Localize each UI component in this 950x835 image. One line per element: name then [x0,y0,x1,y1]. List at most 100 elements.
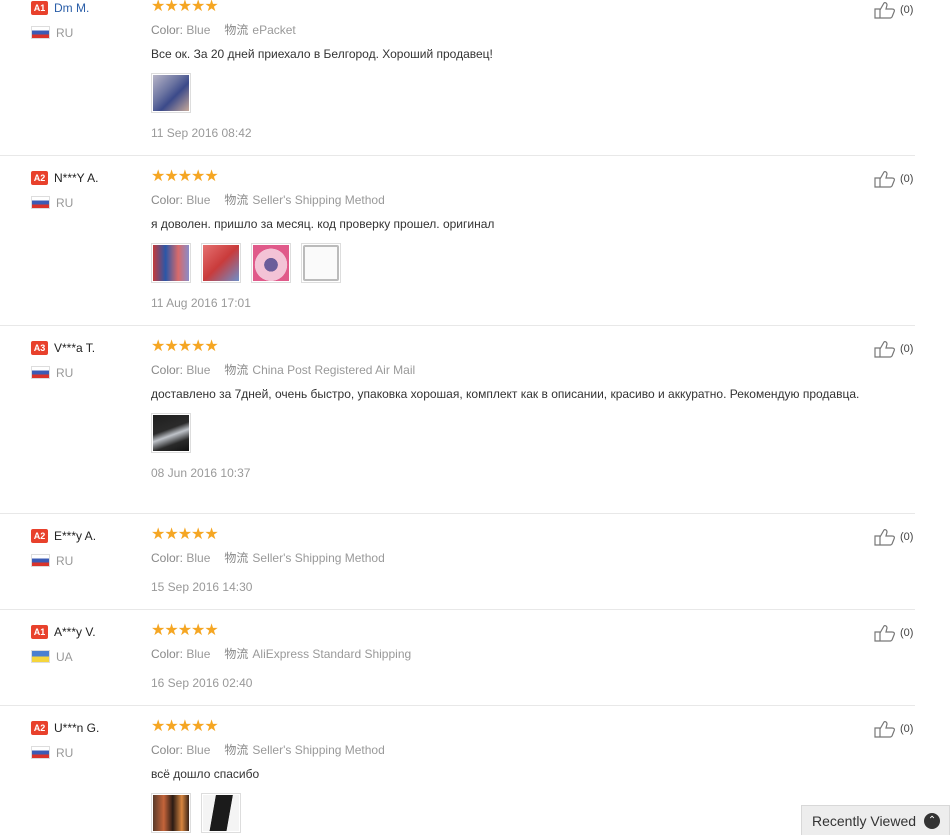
review-photo-thumbnail[interactable] [151,793,191,833]
reviewer-country: RU [31,553,73,568]
reviewer-name: E***y A. [54,528,97,543]
review-content: ★★★★★ Color: Blue 物流 AliExpress Standard S… [151,622,871,691]
helpful-button[interactable]: (0) [874,624,913,642]
reviewer-country: RU [31,195,73,210]
rating-stars: ★★★★★ [151,718,219,735]
review-item: A1 A***y V. UA ★★★★★ Color: Blue 物流 AliExpr… [0,622,915,706]
level-badge: A3 [31,340,48,355]
thumbs-up-icon [874,2,895,19]
review-text: всё дошло спасибо [151,767,260,781]
reviewer-name: N***Y A. [54,170,99,185]
review-photo-thumbnail[interactable] [201,793,241,833]
helpful-button[interactable]: (0) [874,528,913,546]
review-content: ★★★★★ Color: Blue 物流 Seller's Shipping Met… [151,526,871,595]
review-meta: Color: Blue 物流 China Post Registered Air M… [151,363,416,377]
review-content: ★★★★★ Color: Blue 物流 Seller's Shipping Met… [151,168,871,311]
reviewer: A3 V***a T. [31,340,95,355]
reviewer-name: U***n G. [54,720,100,735]
thumbs-up-icon [874,171,895,188]
shipping-method: China Post Registered Air Mail [252,363,416,377]
flag-icon [31,746,50,760]
helpful-count: (0) [900,531,914,543]
review-meta: Color: Blue 物流 AliExpress Standard Shippin… [151,647,412,661]
helpful-count: (0) [900,4,914,16]
color-value: Blue [186,743,211,757]
helpful-button[interactable]: (0) [874,720,913,738]
rating-stars: ★★★★★ [151,526,219,543]
review-item: A2 N***Y A. RU ★★★★★ Color: Blue 物流 Seller'… [0,168,915,326]
flag-icon [31,26,50,40]
review-photo-thumbnail[interactable] [201,243,241,283]
review-meta: Color: Blue 物流 Seller's Shipping Method [151,551,385,565]
review-text: Все ок. За 20 дней приехало в Белгород. … [151,47,493,61]
helpful-count: (0) [900,627,914,639]
rating-stars: ★★★★★ [151,622,219,639]
color-value: Blue [186,363,211,377]
review-item: A3 V***a T. RU ★★★★★ Color: Blue 物流 China P… [0,338,915,514]
reviewer: A2 U***n G. [31,720,99,735]
color-value: Blue [186,647,211,661]
review-date: 11 Sep 2016 08:42 [151,126,252,140]
review-meta: Color: Blue 物流 Seller's Shipping Method [151,193,385,207]
color-value: Blue [186,193,211,207]
review-content: ★★★★★ Color: Blue 物流 China Post Registered… [151,338,871,481]
review-content: ★★★★★ Color: Blue 物流 ePacket Все ок. За 20… [151,0,871,141]
recently-viewed-tab[interactable]: Recently Viewed ⌃ [801,805,950,835]
review-date: 11 Aug 2016 17:01 [151,296,251,310]
rating-stars: ★★★★★ [151,338,219,355]
reviewer-name[interactable]: Dm M. [54,1,89,15]
flag-icon [31,554,50,568]
review-item: A2 E***y A. RU ★★★★★ Color: Blue 物流 Seller'… [0,526,915,610]
helpful-button[interactable]: (0) [874,170,913,188]
review-text: я доволен. пришло за месяц. код проверку… [151,217,495,231]
review-content: ★★★★★ Color: Blue 物流 Seller's Shipping Met… [151,718,871,833]
review-meta: Color: Blue 物流 ePacket [151,23,296,37]
reviewer: A2 N***Y A. [31,170,98,185]
level-badge: A2 [31,720,48,735]
reviewer-country: RU [31,365,73,380]
review-photos [151,243,871,283]
helpful-button[interactable]: (0) [874,340,913,358]
reviewer: A1 Dm M. [31,0,89,15]
review-photos [151,73,871,113]
helpful-button[interactable]: (0) [874,1,913,19]
chevron-up-icon: ⌃ [924,812,941,829]
flag-icon [31,650,50,664]
reviewer-name: A***y V. [54,624,96,639]
review-item: A1 Dm M. RU ★★★★★ Color: Blue 物流 ePacket Вс… [0,0,915,156]
review-date: 08 Jun 2016 10:37 [151,466,251,480]
rating-stars: ★★★★★ [151,0,219,15]
review-photo-thumbnail[interactable] [301,243,341,283]
helpful-count: (0) [900,343,914,355]
review-meta: Color: Blue 物流 Seller's Shipping Method [151,743,385,757]
review-photo-thumbnail[interactable] [151,243,191,283]
shipping-method: ePacket [252,23,296,37]
review-date: 15 Sep 2016 14:30 [151,580,253,594]
reviewer-name: V***a T. [54,340,96,355]
review-photos [151,793,871,833]
flag-icon [31,196,50,210]
review-photo-thumbnail[interactable] [251,243,291,283]
reviewer-country: RU [31,25,73,40]
rating-stars: ★★★★★ [151,168,219,185]
thumbs-up-icon [874,341,895,358]
shipping-method: AliExpress Standard Shipping [252,647,412,661]
thumbs-up-icon [874,625,895,642]
reviewer: A2 E***y A. [31,528,96,543]
review-text: доставлено за 7дней, очень быстро, упако… [151,387,860,401]
helpful-count: (0) [900,723,914,735]
shipping-method: Seller's Shipping Method [252,551,385,565]
flag-icon [31,366,50,380]
level-badge: A1 [31,624,48,639]
helpful-count: (0) [900,173,914,185]
review-date: 16 Sep 2016 02:40 [151,676,253,690]
review-photo-thumbnail[interactable] [151,73,191,113]
level-badge: A2 [31,170,48,185]
thumbs-up-icon [874,721,895,738]
review-photo-thumbnail[interactable] [151,413,191,453]
color-value: Blue [186,551,211,565]
color-value: Blue [186,23,211,37]
level-badge: A1 [31,0,48,15]
review-item: A2 U***n G. RU ★★★★★ Color: Blue 物流 Seller'… [0,718,915,835]
reviewer-country: UA [31,649,73,664]
